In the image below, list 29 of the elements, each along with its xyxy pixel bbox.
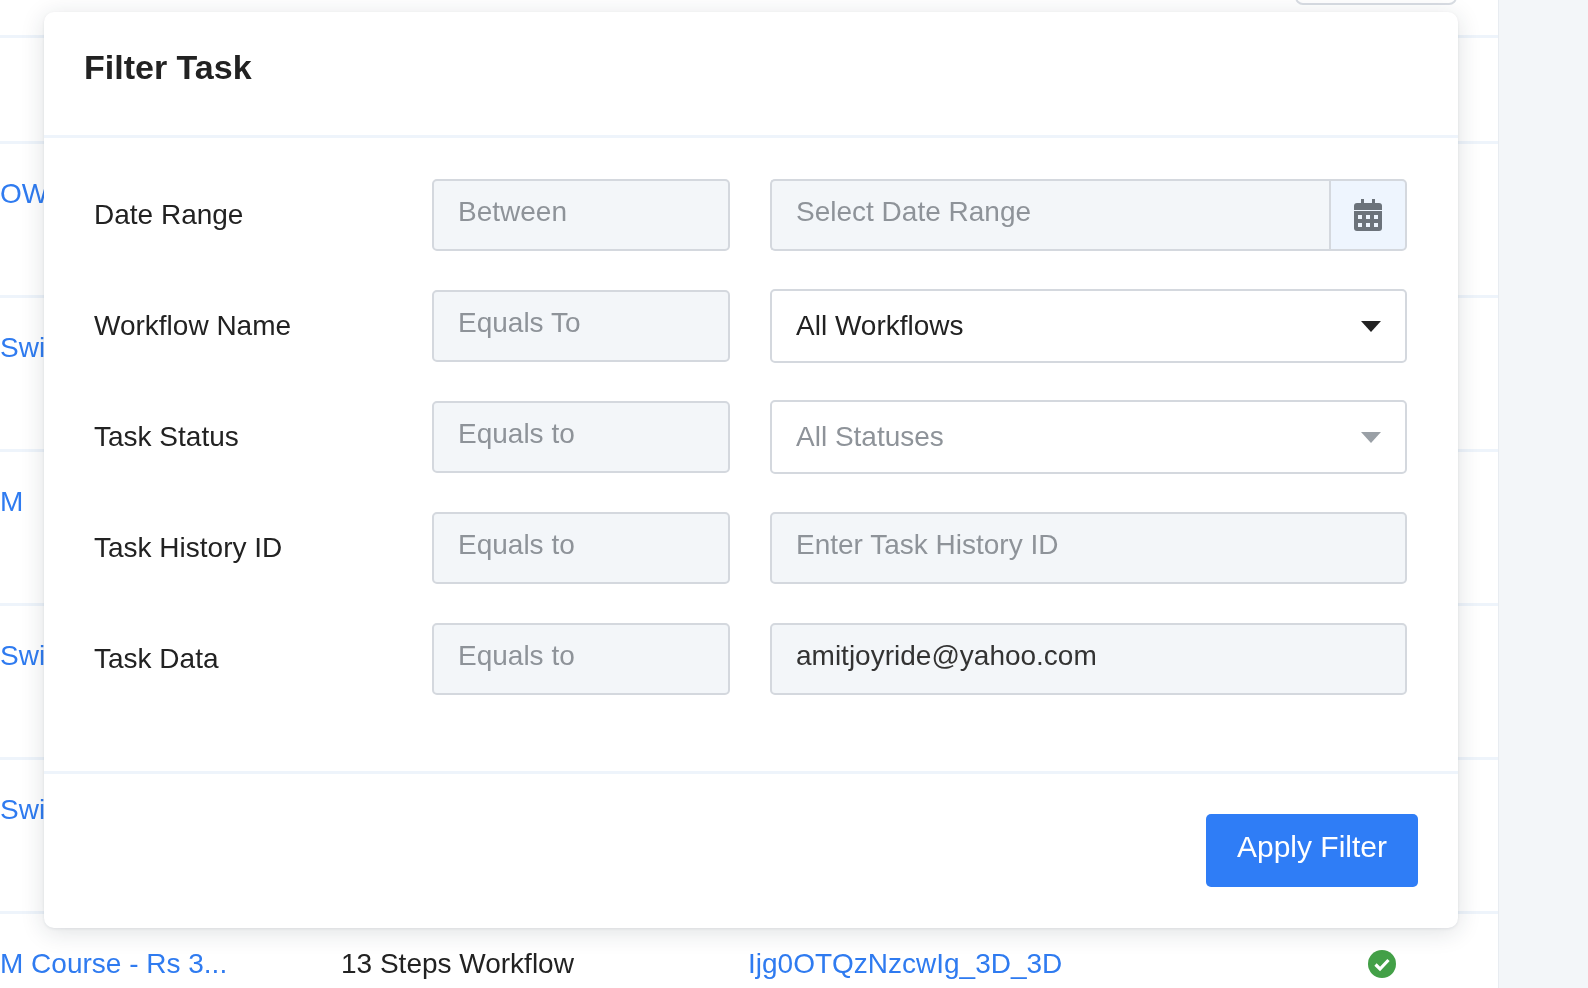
operator-field[interactable]: Equals to <box>432 512 730 584</box>
field-label: Date Range <box>94 199 245 231</box>
input-field[interactable]: Enter Task History ID <box>770 512 1407 584</box>
dialog-title: Filter Task <box>84 48 252 87</box>
task-link[interactable]: Swi <box>0 332 46 364</box>
field-label: Task History ID <box>94 532 284 564</box>
task-link[interactable]: Swi <box>0 640 46 672</box>
calendar-icon <box>1354 199 1382 231</box>
table-cell-text: 13 Steps Workflow <box>341 948 575 980</box>
task-link[interactable]: M Course - Rs 3... <box>0 948 341 980</box>
operator-field[interactable]: Equals to <box>432 401 730 473</box>
operator-field[interactable]: Equals to <box>432 623 730 695</box>
task-link[interactable]: M <box>0 486 24 518</box>
caret-icon <box>1361 431 1381 443</box>
field-label: Workflow Name <box>94 310 293 342</box>
check-icon <box>1368 950 1396 978</box>
task-link[interactable]: Swi <box>0 794 46 826</box>
input-field[interactable]: amitjoyride@yahoo.com <box>770 623 1407 695</box>
operator-field[interactable]: Equals To <box>432 290 730 362</box>
field-label: Task Status <box>94 421 240 453</box>
operator-field[interactable]: Between <box>432 179 730 251</box>
task-id-link[interactable]: Ijg0OTQzNzcwIg_3D_3D <box>748 948 1118 980</box>
caret-icon <box>1361 320 1381 332</box>
calendar-button[interactable] <box>1329 179 1407 251</box>
field-label: Task Data <box>94 643 220 675</box>
dropdown[interactable]: All Statuses <box>770 400 1407 474</box>
date-range-field[interactable]: Select Date Range <box>770 179 1329 251</box>
dropdown[interactable]: All Workflows <box>770 289 1407 363</box>
apply-filter-button[interactable]: Apply Filter <box>1206 814 1418 887</box>
